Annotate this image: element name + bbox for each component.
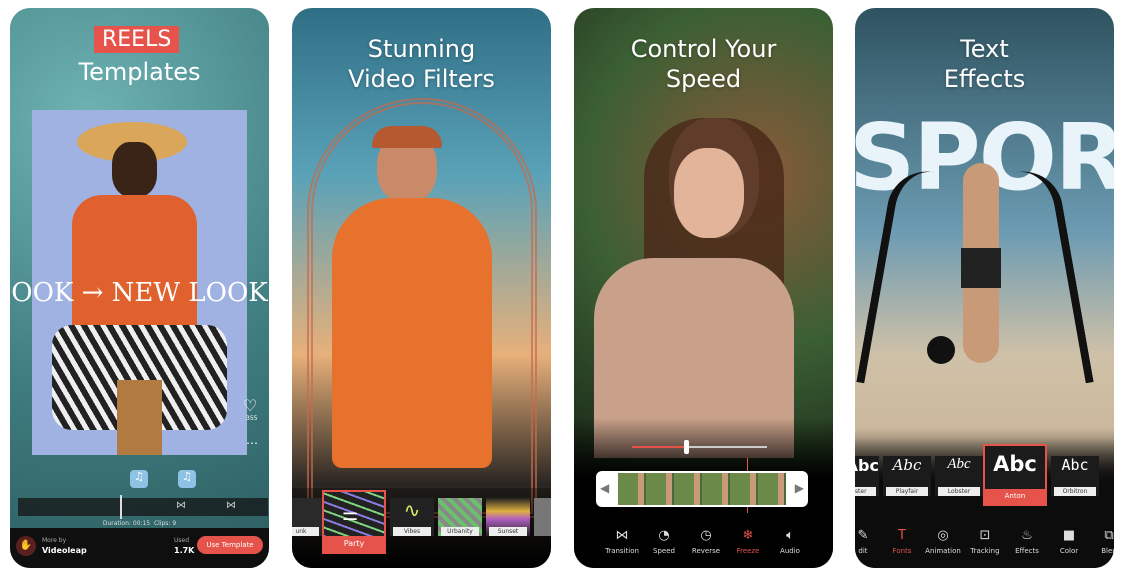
- panel-video-filters: Stunning Video Filters unk ⚌ Party ∿ Vibes…: [292, 8, 551, 568]
- tool-blend[interactable]: ⧉Blen: [1087, 528, 1114, 555]
- panel-reels-templates: REELS Templates OOK → NEW LOOK ♡ 355 ⋯ ♫…: [10, 8, 269, 568]
- duration: Duration: 00:15: [102, 520, 151, 527]
- trim-right-handle[interactable]: ▶: [795, 481, 804, 495]
- font-item[interactable]: Abc Playfair: [883, 456, 931, 496]
- effects-icon: ♨: [1021, 528, 1033, 543]
- filter-item[interactable]: Sunset: [486, 498, 530, 536]
- template-footer: ✋ More by Videoleap Used 1.7K Use Templa…: [10, 528, 269, 568]
- panel-title: Control Your Speed: [630, 35, 777, 93]
- tool-animation[interactable]: ◎ Animation: [921, 528, 965, 555]
- used-count: 1.7K: [174, 546, 195, 555]
- filter-strip[interactable]: unk ⚌ Party ∿ Vibes Urbanity Sunset: [292, 490, 551, 554]
- filter-item[interactable]: [534, 498, 551, 536]
- filter-item-selected[interactable]: ⚌ Party: [322, 490, 386, 554]
- speed-slider[interactable]: [632, 440, 767, 454]
- filter-item[interactable]: ∿ Vibes: [390, 498, 434, 536]
- used-label: Used: [174, 537, 190, 544]
- transition-icon[interactable]: ⋈: [226, 500, 236, 511]
- more-by-label: More by: [42, 537, 67, 544]
- panel-title: Text Effects: [943, 35, 1026, 93]
- slider-handle[interactable]: [684, 440, 689, 454]
- font-picker[interactable]: Abcepster AbcPlayfair AbcLobster AbcAnto…: [855, 444, 1114, 506]
- tracking-icon: ⊡: [979, 528, 991, 543]
- filter-item[interactable]: unk: [292, 498, 322, 536]
- reverse-icon: ◷: [700, 528, 712, 543]
- text-icon: T: [898, 528, 906, 543]
- tool-effects[interactable]: ♨ Effects: [1005, 528, 1049, 555]
- likes-count: 355: [246, 415, 258, 422]
- font-item-selected[interactable]: Abc Anton: [983, 444, 1047, 506]
- reels-badge: REELS: [94, 26, 180, 53]
- playhead[interactable]: [120, 495, 122, 519]
- tool-reverse[interactable]: ◷ Reverse: [684, 528, 728, 555]
- font-item[interactable]: Abcepster: [855, 456, 879, 496]
- music-icon[interactable]: ♫: [178, 470, 196, 488]
- trim-left-handle[interactable]: ◀: [600, 481, 609, 495]
- tool-audio[interactable]: 🔈︎ Audio: [768, 528, 812, 555]
- author-avatar[interactable]: ✋: [16, 536, 36, 556]
- heart-icon[interactable]: ♡: [243, 396, 257, 415]
- snowflake-icon: ❄: [742, 528, 754, 543]
- sliders-icon: ⚌: [342, 504, 359, 525]
- clip-timeline[interactable]: ⋈ ⋈: [18, 495, 268, 519]
- tool-fonts[interactable]: T Fonts: [880, 528, 924, 555]
- tool-freeze[interactable]: ❄ Freeze: [726, 528, 770, 555]
- tool-tracking[interactable]: ⊡ Tracking: [963, 528, 1007, 555]
- use-template-button[interactable]: Use Template: [197, 536, 263, 554]
- music-icon[interactable]: ♫: [130, 470, 148, 488]
- filter-item[interactable]: Urbanity: [438, 498, 482, 536]
- transition-icon[interactable]: ⋈: [176, 500, 186, 511]
- overlay-text: OOK → NEW LOOK: [11, 278, 268, 308]
- animation-icon: ◎: [937, 528, 949, 543]
- tool-transition[interactable]: ⋈ Transition: [600, 528, 644, 555]
- tool-color[interactable]: ■ Color: [1047, 528, 1091, 555]
- transition-icon: ⋈: [615, 528, 629, 543]
- panel-text-effects: TextEffects SPORT Abcepster AbcPlayfair …: [855, 8, 1114, 568]
- clip-trimmer[interactable]: ◀ ▶: [596, 471, 808, 507]
- panel-title: Templates: [78, 58, 201, 86]
- panel-control-speed: Control Your Speed ◀ ▶ ⋈ Transition ◔ Speed…: [574, 8, 833, 568]
- more-icon[interactable]: ⋯: [246, 436, 258, 450]
- clips-count: Clips: 9: [153, 520, 177, 527]
- panel-title: Stunning Video Filters: [348, 35, 495, 93]
- speed-icon: ◔: [658, 528, 670, 543]
- tool-speed[interactable]: ◔ Speed: [642, 528, 686, 555]
- author-name[interactable]: Videoleap: [42, 546, 87, 555]
- speaker-icon: 🔈︎: [786, 528, 794, 543]
- blend-icon: ⧉: [1104, 528, 1114, 543]
- font-item[interactable]: Abc Lobster: [935, 456, 983, 496]
- font-item[interactable]: Abc Orbitron: [1051, 456, 1099, 496]
- color-swatch-icon: ■: [1062, 528, 1076, 543]
